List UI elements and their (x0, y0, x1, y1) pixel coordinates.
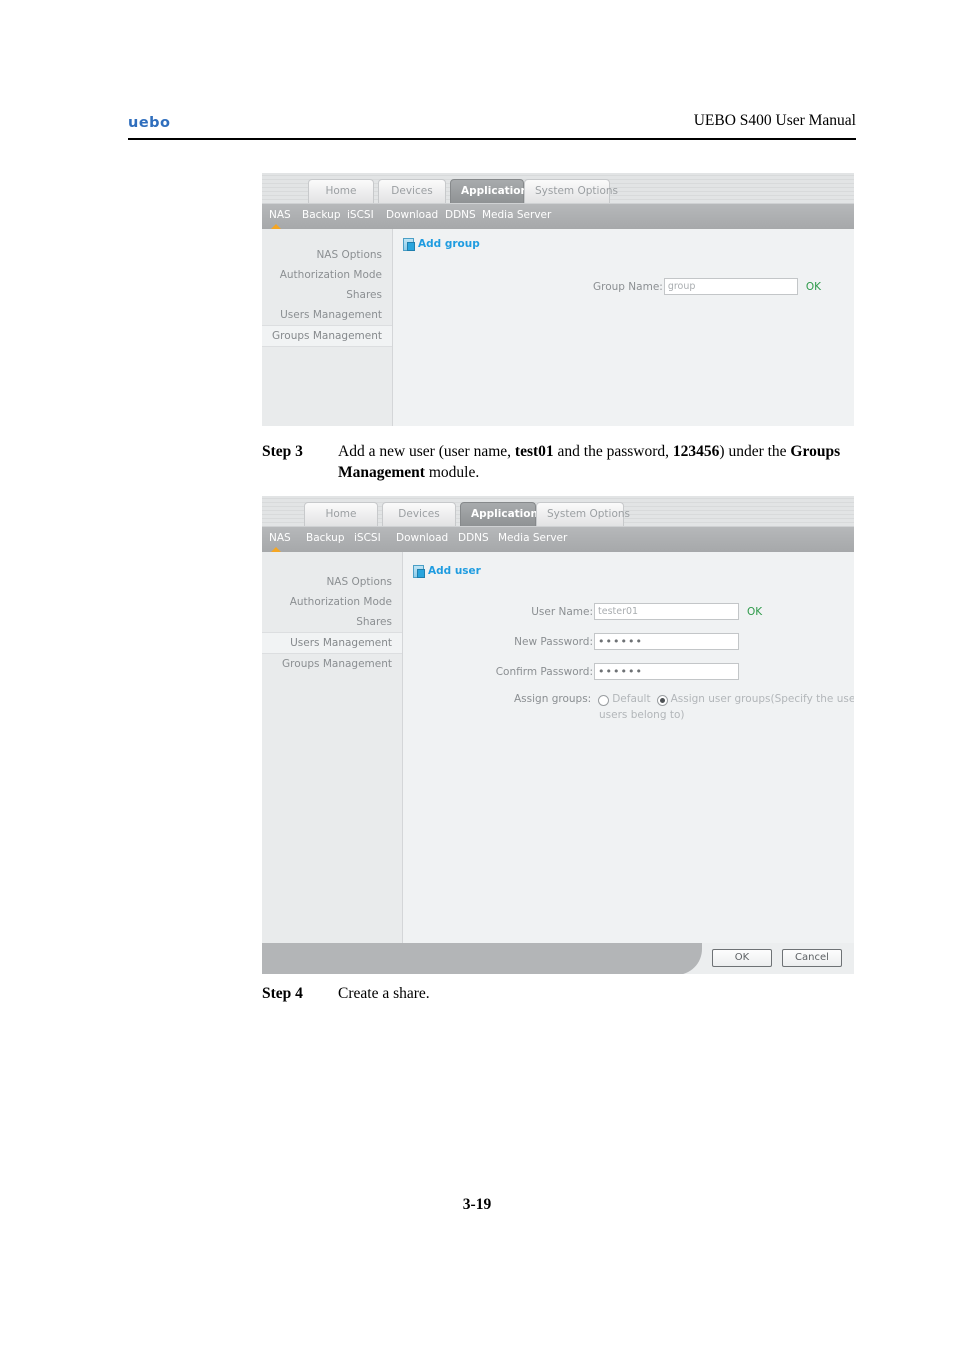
add-page-icon-2 (413, 565, 425, 578)
manual-title: UEBO S400 User Manual (693, 112, 856, 129)
shot2-body: NAS Options Authorization Mode Shares Us… (262, 552, 854, 974)
subnav-item-media-server[interactable]: Media Server (482, 209, 551, 221)
add-page-icon (403, 238, 415, 251)
tab-devices-2[interactable]: Devices (382, 502, 456, 526)
tab-system-options[interactable]: System Options (524, 179, 618, 203)
screenshot-add-user: Home Devices Applications System Options… (262, 496, 854, 974)
tab-system-options-2[interactable]: System Options (536, 502, 630, 526)
subnav-item-nas[interactable]: NAS (269, 209, 291, 221)
page-number: 3-19 (462, 1196, 492, 1213)
radio-assign-user-groups[interactable] (656, 695, 668, 706)
sidebar-item-groups-management[interactable]: Groups Management (262, 325, 392, 347)
step3-text-3: ) under the (719, 443, 791, 460)
subnav-item-iscsi[interactable]: iSCSI (347, 209, 374, 221)
add-user-link[interactable]: Add user (413, 565, 481, 578)
subnav-item-backup-2[interactable]: Backup (306, 532, 345, 544)
user-name-input[interactable] (594, 603, 739, 620)
sidebar-item-shares-2[interactable]: Shares (262, 612, 402, 632)
tab-applications-2[interactable]: Applications (460, 502, 544, 526)
user-ok-link[interactable]: OK (747, 606, 762, 618)
sidebar-item-nas-options[interactable]: NAS Options (262, 245, 392, 265)
group-name-input[interactable] (663, 278, 798, 295)
tab-strip-2: Home Devices Applications System Options (262, 496, 854, 526)
step-4-paragraph: Step 4 Create a share. (262, 983, 862, 1004)
screenshot-add-group: Home Devices Applications System Options… (262, 173, 854, 426)
confirm-password-input[interactable] (594, 663, 739, 680)
tab-applications[interactable]: Applications (450, 179, 534, 203)
group-name-label: Group Name: (593, 280, 663, 293)
sub-nav-1: NAS Backup iSCSI Download DDNS Media Ser… (262, 203, 854, 230)
radio-default[interactable] (598, 695, 610, 706)
user-name-row: User Name: OK (513, 603, 762, 620)
step-3-text: Add a new user (user name, test01 and th… (338, 441, 862, 483)
step3-text-2: and the password, (553, 443, 673, 460)
subnav-item-download-2[interactable]: Download (396, 532, 448, 544)
add-user-label: Add user (428, 565, 481, 577)
confirm-password-row: Confirm Password: (495, 663, 739, 680)
ok-button[interactable]: OK (712, 949, 772, 967)
new-password-row: New Password: (513, 633, 739, 650)
user-name-label: User Name: (531, 605, 593, 618)
sidebar-item-users-management-2[interactable]: Users Management (262, 632, 402, 654)
subnav-item-iscsi-2[interactable]: iSCSI (354, 532, 381, 544)
assign-groups-row-line2: users belong to) (599, 709, 684, 721)
cancel-button[interactable]: Cancel (782, 949, 842, 967)
subnav-item-ddns[interactable]: DDNS (445, 209, 476, 221)
sidebar-item-users-management[interactable]: Users Management (262, 305, 392, 325)
footer-band (262, 943, 702, 974)
step-3-label: Step 3 (262, 443, 303, 460)
sidebar-item-groups-management-2[interactable]: Groups Management (262, 654, 402, 674)
content-2: Add user User Name: OK New Password: Con… (403, 552, 854, 974)
group-ok-link[interactable]: OK (806, 281, 821, 293)
sidebar-item-nas-options-2[interactable]: NAS Options (262, 572, 402, 592)
tab-strip-1: Home Devices Applications System Options (262, 173, 854, 203)
sidebar-item-authorization-mode[interactable]: Authorization Mode (262, 265, 392, 285)
step3-text-1: Add a new user (user name, (338, 443, 515, 460)
tab-home-2[interactable]: Home (304, 502, 378, 526)
sidebar-item-authorization-mode-2[interactable]: Authorization Mode (262, 592, 402, 612)
radio-assign-label-line2: users belong to) (599, 709, 685, 721)
add-group-link[interactable]: Add group (403, 238, 480, 251)
radio-assign-label: Assign user groups(Specify the user grou… (670, 693, 854, 705)
dialog-footer: OK Cancel (262, 943, 854, 974)
page-header: uebo UEBO S400 User Manual (128, 112, 856, 138)
step-4-text: Create a share. (338, 985, 430, 1002)
shot1-body: NAS Options Authorization Mode Shares Us… (262, 229, 854, 426)
subnav-item-backup[interactable]: Backup (302, 209, 341, 221)
subnav-item-nas-2[interactable]: NAS (269, 532, 291, 544)
content-1: Add group Group Name: OK (393, 229, 854, 426)
sidebar-item-shares[interactable]: Shares (262, 285, 392, 305)
tab-home[interactable]: Home (308, 179, 374, 203)
assign-groups-label: Assign groups: (514, 693, 592, 705)
new-password-label: New Password: (514, 635, 593, 648)
subnav-item-download[interactable]: Download (386, 209, 438, 221)
assign-groups-row: Assign groups: Default Assign user group… (514, 693, 854, 706)
subnav-item-ddns-2[interactable]: DDNS (458, 532, 489, 544)
header-divider (128, 138, 856, 140)
add-group-label: Add group (418, 238, 480, 250)
sub-nav-2: NAS Backup iSCSI Download DDNS Media Ser… (262, 526, 854, 553)
sidebar-1: NAS Options Authorization Mode Shares Us… (262, 229, 393, 426)
step-3-paragraph: Step 3 Add a new user (user name, test01… (262, 441, 862, 483)
step3-bold-username: test01 (514, 443, 554, 460)
group-name-row: Group Name: OK (593, 278, 821, 295)
sidebar-2: NAS Options Authorization Mode Shares Us… (262, 552, 403, 974)
new-password-input[interactable] (594, 633, 739, 650)
radio-default-label: Default (612, 693, 651, 705)
step3-text-4: module. (424, 464, 480, 481)
step-4-label: Step 4 (262, 985, 303, 1002)
tab-devices[interactable]: Devices (378, 179, 446, 203)
uebo-logo: uebo (128, 115, 171, 131)
confirm-password-label: Confirm Password: (495, 665, 593, 678)
subnav-item-media-server-2[interactable]: Media Server (498, 532, 567, 544)
step3-bold-password: 123456 (672, 443, 720, 460)
